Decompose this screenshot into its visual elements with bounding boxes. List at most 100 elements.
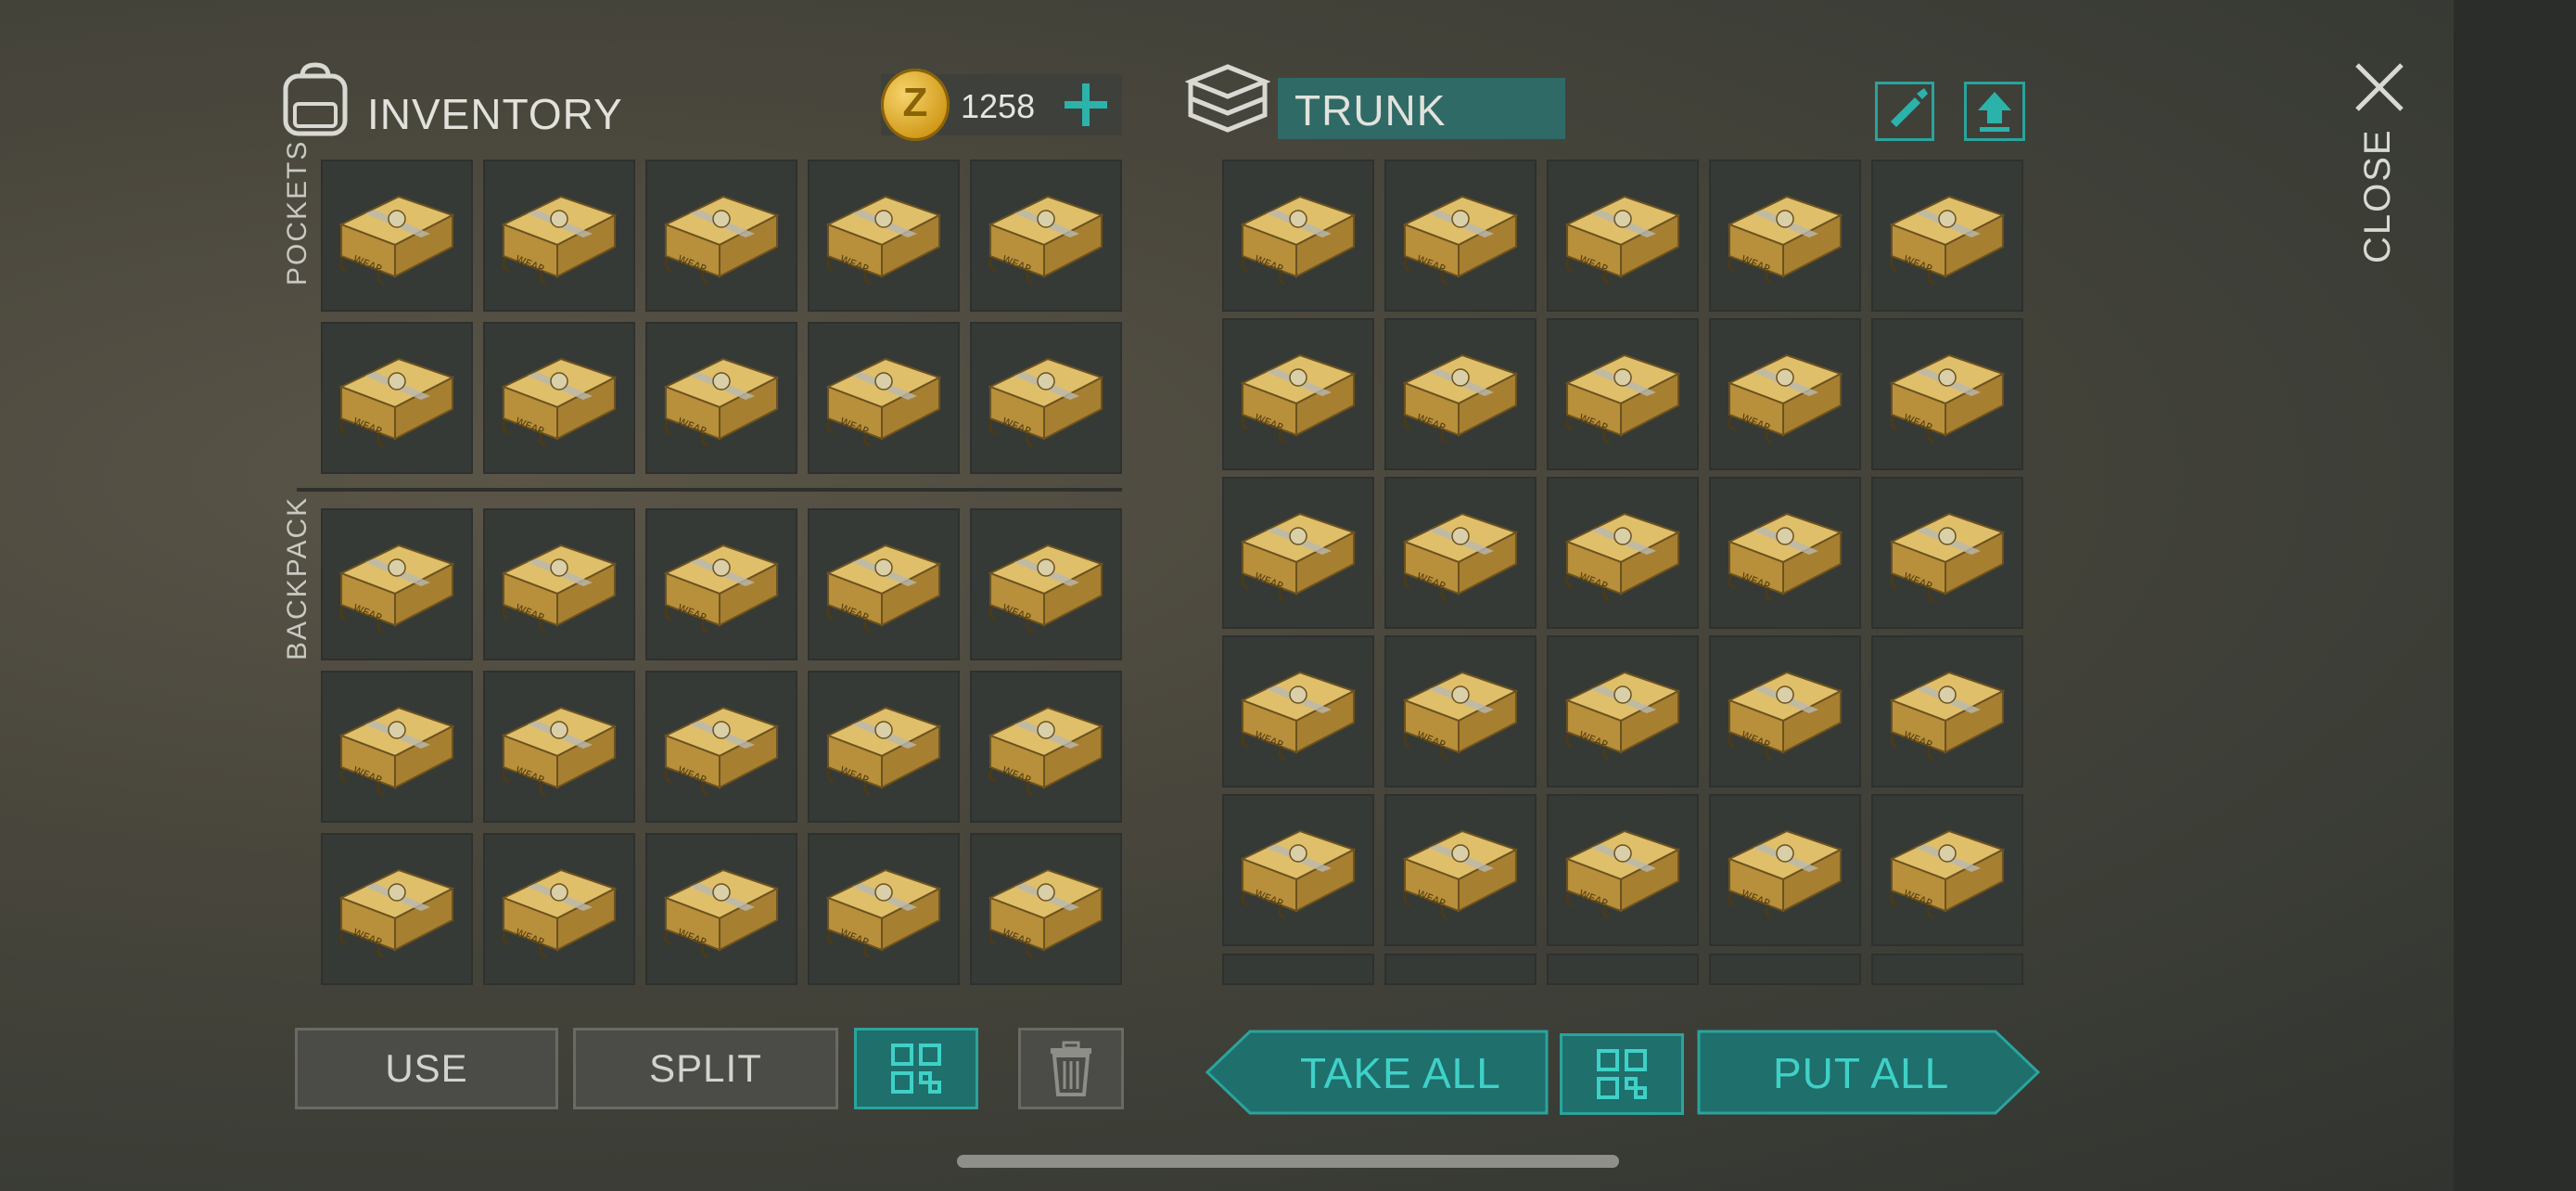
backpack-slot[interactable] [970, 671, 1122, 823]
weapon-crate-icon [1890, 353, 2005, 444]
weapon-crate-icon [664, 357, 779, 448]
trunk-slot[interactable] [1709, 794, 1861, 946]
put-all-label: PUT ALL [1773, 1049, 1950, 1097]
sort-inventory-button[interactable] [854, 1028, 978, 1109]
backpack-slot[interactable] [970, 833, 1122, 985]
weapon-crate-icon [988, 195, 1103, 286]
weapon-crate-icon [988, 544, 1103, 634]
weapon-crate-icon [1403, 671, 1518, 762]
weapon-crate-icon [826, 706, 941, 797]
pocket-slot[interactable] [808, 160, 960, 312]
trunk-slot[interactable] [1547, 318, 1699, 470]
trunk-slot [1222, 954, 1374, 985]
weapon-crate-icon [988, 868, 1103, 959]
backpack-slot[interactable] [321, 833, 473, 985]
upload-icon [1978, 92, 2011, 132]
trunk-slot[interactable] [1384, 477, 1537, 629]
trunk-slot[interactable] [1222, 477, 1374, 629]
pocket-slot[interactable] [321, 322, 473, 474]
trunk-name-field[interactable]: TRUNK [1278, 78, 1565, 139]
upload-button[interactable] [1964, 82, 2025, 141]
weapon-crate-icon [826, 544, 941, 634]
trunk-slot[interactable] [1547, 794, 1699, 946]
trunk-slot[interactable] [1384, 635, 1537, 788]
trunk-slot[interactable] [1709, 635, 1861, 788]
backpack-slot[interactable] [645, 833, 797, 985]
pocket-slot[interactable] [321, 160, 473, 312]
delete-button[interactable] [1018, 1028, 1124, 1109]
weapon-crate-icon [502, 357, 617, 448]
trunk-slot[interactable] [1871, 318, 2023, 470]
close-icon [2355, 63, 2404, 111]
close-button[interactable]: CLOSE [2346, 56, 2415, 269]
trunk-slot[interactable] [1384, 794, 1537, 946]
backpack-slot[interactable] [483, 508, 635, 660]
weapon-crate-icon [1565, 829, 1680, 920]
weapon-crate-icon [1403, 195, 1518, 286]
backpack-slot[interactable] [808, 508, 960, 660]
weapon-crate-icon [826, 868, 941, 959]
backpack-slot[interactable] [645, 508, 797, 660]
take-all-button[interactable]: TAKE ALL [1205, 1030, 1549, 1115]
weapon-crate-icon [1890, 195, 2005, 286]
use-button[interactable]: USE [295, 1028, 558, 1109]
backpack-slot[interactable] [321, 671, 473, 823]
weapon-crate-icon [664, 195, 779, 286]
trunk-slot[interactable] [1871, 477, 2023, 629]
weapon-crate-icon [339, 357, 454, 448]
backpack-slot[interactable] [483, 671, 635, 823]
weapon-crate-icon [1565, 671, 1680, 762]
trunk-slot[interactable] [1871, 635, 2023, 788]
trunk-slot[interactable] [1222, 318, 1374, 470]
pocket-slot[interactable] [483, 322, 635, 474]
weapon-crate-icon [988, 357, 1103, 448]
trunk-slot[interactable] [1384, 318, 1537, 470]
weapon-crate-icon [826, 195, 941, 286]
pocket-slot[interactable] [645, 160, 797, 312]
trunk-slot[interactable] [1871, 160, 2023, 312]
weapon-crate-icon [1890, 671, 2005, 762]
weapon-crate-icon [1241, 353, 1356, 444]
add-coins-button[interactable] [1061, 80, 1111, 130]
coin-symbol: Z [902, 80, 928, 125]
coin-count: 1258 [961, 87, 1036, 125]
backpack-slot[interactable] [483, 833, 635, 985]
trunk-slot [1547, 954, 1699, 985]
weapon-crate-icon [1403, 512, 1518, 603]
trunk-slot[interactable] [1222, 794, 1374, 946]
weapon-crate-icon [502, 706, 617, 797]
weapon-crate-icon [1241, 671, 1356, 762]
pocket-slot[interactable] [970, 160, 1122, 312]
sort-trunk-button[interactable] [1560, 1033, 1684, 1115]
weapon-crate-icon [988, 706, 1103, 797]
backpack-slot[interactable] [645, 671, 797, 823]
trunk-slot[interactable] [1709, 477, 1861, 629]
trunk-slot[interactable] [1547, 477, 1699, 629]
trunk-slot[interactable] [1384, 160, 1537, 312]
weapon-crate-icon [664, 868, 779, 959]
weapon-crate-icon [826, 357, 941, 448]
trunk-slot[interactable] [1871, 794, 2023, 946]
trunk-slot[interactable] [1547, 635, 1699, 788]
grid-sort-icon [891, 1044, 941, 1094]
trunk-slot[interactable] [1222, 635, 1374, 788]
pocket-slot[interactable] [645, 322, 797, 474]
backpack-slot[interactable] [808, 671, 960, 823]
pocket-slot[interactable] [808, 322, 960, 474]
weapon-crate-icon [1728, 671, 1843, 762]
rename-button[interactable] [1875, 82, 1934, 141]
trunk-slot[interactable] [1709, 160, 1861, 312]
trunk-slot[interactable] [1222, 160, 1374, 312]
backpack-slot[interactable] [970, 508, 1122, 660]
close-label: CLOSE [2357, 128, 2398, 263]
pocket-slot[interactable] [970, 322, 1122, 474]
pocket-slot[interactable] [483, 160, 635, 312]
split-button[interactable]: SPLIT [573, 1028, 838, 1109]
backpack-slot[interactable] [321, 508, 473, 660]
put-all-button[interactable]: PUT ALL [1697, 1030, 2040, 1115]
weapon-crate-icon [1403, 353, 1518, 444]
weapon-crate-icon [1890, 829, 2005, 920]
trunk-slot[interactable] [1709, 318, 1861, 470]
trunk-slot[interactable] [1547, 160, 1699, 312]
backpack-slot[interactable] [808, 833, 960, 985]
